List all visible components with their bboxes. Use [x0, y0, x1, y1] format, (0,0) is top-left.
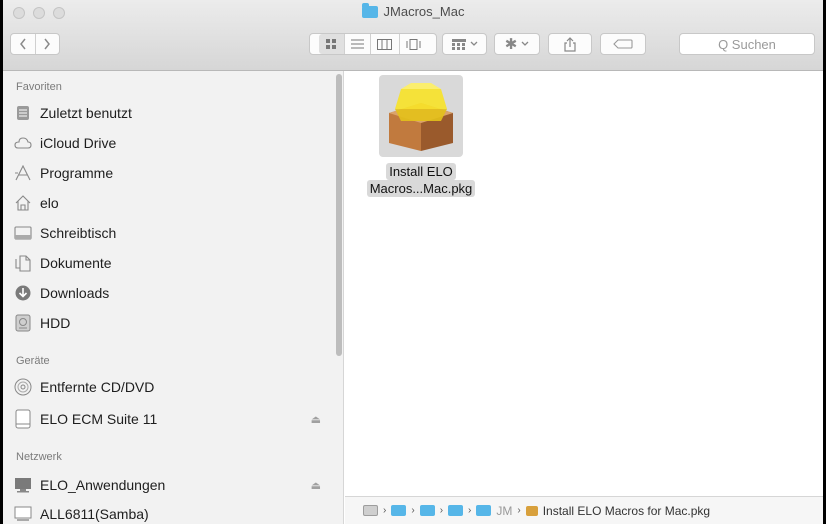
tags-button[interactable]	[600, 33, 646, 55]
sidebar-item-label: Zuletzt benutzt	[40, 105, 132, 121]
search-input[interactable]: Q Suchen	[679, 33, 815, 55]
icon-view-icon	[325, 38, 336, 49]
gear-icon: ✱	[504, 35, 518, 53]
arrange-button[interactable]	[442, 33, 487, 55]
title-bar: JMacros_Mac ✱ Q Suchen	[3, 0, 823, 71]
package-icon	[389, 83, 453, 151]
share-button[interactable]	[548, 33, 592, 55]
column-view-button[interactable]	[371, 34, 400, 54]
folder-icon	[361, 2, 378, 18]
sidebar-item-icloud-drive[interactable]: iCloud Drive	[13, 130, 333, 156]
sidebar-item-elo-anwendungen[interactable]: ELO_Anwendungen ⏏	[13, 472, 333, 498]
drive-icon	[13, 409, 33, 429]
server-icon	[13, 475, 33, 495]
view-mode-group	[309, 33, 437, 55]
downloads-icon	[13, 283, 33, 303]
sidebar-item-documents[interactable]: Dokumente	[13, 250, 333, 276]
cloud-icon	[13, 133, 33, 153]
tag-icon	[613, 39, 633, 49]
sidebar-item-label: Entfernte CD/DVD	[40, 379, 155, 395]
eject-icon[interactable]: ⏏	[311, 413, 321, 426]
desktop-icon	[13, 223, 33, 243]
list-view-button[interactable]	[345, 34, 371, 54]
file-browser-area: Install ELO Macros...Mac.pkg	[345, 71, 823, 496]
chevron-right-icon	[44, 38, 51, 50]
sidebar-item-label: Schreibtisch	[40, 225, 117, 241]
sidebar-item-hdd[interactable]: HDD	[13, 310, 333, 336]
sidebar-item-remote-disc[interactable]: Entfernte CD/DVD	[13, 374, 333, 400]
cover-flow-icon	[406, 38, 421, 50]
file-name-line-1: Install ELO	[386, 163, 456, 180]
action-button[interactable]: ✱	[494, 33, 540, 55]
back-button[interactable]	[11, 34, 36, 54]
sidebar-item-label: Dokumente	[40, 255, 112, 271]
sidebar-item-recents[interactable]: Zuletzt benutzt	[13, 100, 333, 126]
eject-icon[interactable]: ⏏	[311, 479, 321, 492]
sidebar-item-label: ELO_Anwendungen	[40, 477, 166, 493]
sidebar: Favoriten Zuletzt benutzt iCloud Drive P…	[3, 71, 344, 524]
file-name: Install ELO Macros...Mac.pkg	[357, 163, 485, 197]
folder-icon[interactable]	[476, 505, 492, 516]
chevron-down-icon	[521, 41, 529, 46]
sidebar-item-label: ALL6811(Samba)	[40, 506, 149, 522]
sidebar-item-all6811-samba[interactable]: ALL6811(Samba)	[13, 501, 333, 524]
sidebar-item-label: Downloads	[40, 285, 110, 301]
applications-icon	[13, 163, 33, 183]
folder-icon[interactable]	[448, 505, 464, 516]
chevron-right-icon: ›	[517, 505, 521, 516]
sidebar-item-label: ELO ECM Suite 11	[40, 411, 158, 427]
gallery-view-button[interactable]	[400, 34, 428, 54]
disk-icon[interactable]	[363, 505, 378, 516]
sidebar-section-network: Netzwerk	[16, 451, 62, 463]
chevron-right-icon: ›	[383, 505, 387, 516]
sidebar-item-label: HDD	[40, 315, 71, 331]
folder-icon[interactable]	[391, 505, 407, 516]
share-icon	[564, 36, 576, 52]
disc-icon	[13, 377, 33, 397]
sidebar-item-applications[interactable]: Programme	[13, 160, 333, 186]
column-view-icon	[377, 38, 392, 50]
hard-drive-icon	[13, 313, 33, 333]
finder-window: JMacros_Mac ✱ Q Suchen Favoriten Zuletzt…	[3, 0, 823, 524]
package-icon	[525, 505, 538, 516]
sidebar-item-downloads[interactable]: Downloads	[13, 280, 333, 306]
sidebar-item-home[interactable]: elo	[13, 190, 333, 216]
chevron-right-icon: ›	[468, 505, 472, 516]
recents-icon	[13, 103, 33, 123]
chevron-down-icon	[470, 41, 477, 46]
list-view-icon	[350, 39, 364, 49]
sidebar-item-desktop[interactable]: Schreibtisch	[13, 220, 333, 246]
network-pc-icon	[13, 504, 33, 524]
window-title: JMacros_Mac	[3, 2, 823, 19]
path-bar: › › › › JM › Install ELO Macros for Mac.…	[345, 496, 823, 524]
file-item[interactable]: Install ELO Macros...Mac.pkg	[357, 75, 485, 205]
chevron-left-icon	[19, 38, 26, 50]
sidebar-item-label: iCloud Drive	[40, 135, 117, 151]
window-title-label: JMacros_Mac	[383, 4, 465, 19]
sidebar-item-label: Programme	[40, 165, 114, 181]
sidebar-item-label: elo	[40, 195, 59, 211]
file-name-line-2: Macros...Mac.pkg	[366, 180, 476, 197]
sidebar-section-favorites: Favoriten	[16, 81, 62, 93]
sidebar-item-elo-ecm-suite[interactable]: ELO ECM Suite 11 ⏏	[13, 406, 333, 432]
search-placeholder: Q Suchen	[718, 36, 776, 52]
back-forward-group	[10, 33, 60, 55]
path-segment-truncated[interactable]: JM	[496, 504, 512, 518]
sidebar-scrollbar[interactable]	[336, 74, 342, 356]
chevron-right-icon: ›	[439, 505, 444, 516]
folder-icon[interactable]	[419, 505, 435, 516]
path-segment-file[interactable]: Install ELO Macros for Mac.pkg	[543, 504, 710, 518]
documents-icon	[13, 253, 33, 273]
forward-button[interactable]	[36, 34, 60, 54]
home-icon	[13, 193, 33, 213]
icon-view-button[interactable]	[318, 34, 345, 54]
arrange-icon	[451, 38, 466, 50]
chevron-right-icon: ›	[411, 505, 415, 516]
sidebar-section-devices: Geräte	[16, 355, 50, 367]
